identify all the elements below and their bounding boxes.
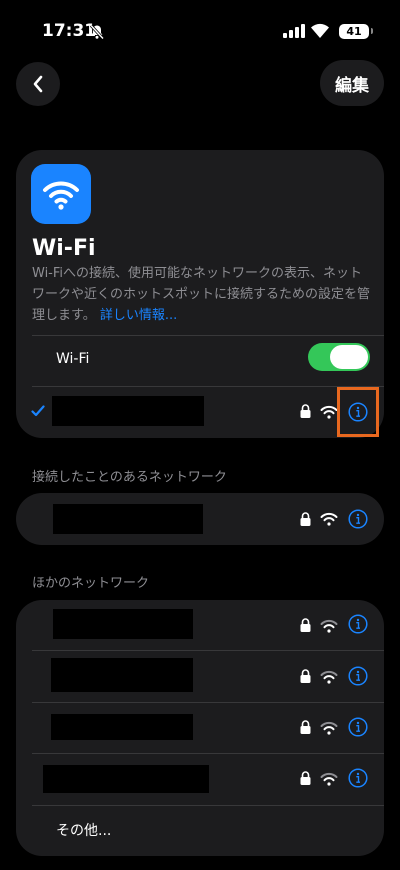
network-name-redacted (51, 658, 193, 692)
other-networks-header: ほかのネットワーク (32, 576, 150, 591)
connected-network-row[interactable] (16, 386, 384, 438)
network-name-redacted (43, 765, 209, 793)
known-networks-card (16, 493, 384, 545)
wifi-card: Wi-Fi Wi-Fiへの接続、使用可能なネットワークの表示、ネットワークや近く… (16, 150, 384, 438)
other-network-row[interactable] (16, 753, 384, 805)
info-icon[interactable] (348, 717, 368, 737)
info-icon[interactable] (348, 509, 368, 529)
other-network-row[interactable] (16, 600, 384, 652)
page-title: Wi-Fi (32, 236, 96, 261)
status-bar: 17:31 41 (0, 0, 400, 60)
wifi-description: Wi-Fiへの接続、使用可能なネットワークの表示、ネットワークや近くのホットスポ… (32, 263, 372, 326)
wifi-toggle-label: Wi-Fi (56, 351, 90, 367)
lock-icon (300, 512, 311, 526)
other-networks-card: その他... (16, 600, 384, 856)
chevron-left-icon (33, 75, 43, 93)
wifi-toggle-row: Wi-Fi (16, 335, 384, 387)
bell-slash-icon (89, 24, 105, 40)
divider (32, 805, 384, 806)
lock-icon (300, 720, 311, 734)
learn-more-link[interactable]: 詳しい情報... (100, 308, 177, 323)
battery-level: 41 (346, 25, 362, 38)
signal-icon (283, 24, 305, 38)
other-network-row[interactable] (16, 702, 384, 754)
edit-button[interactable]: 編集 (320, 60, 384, 106)
wifi-signal-icon (320, 721, 338, 735)
network-name-redacted (52, 396, 204, 426)
wifi-icon (311, 23, 329, 38)
network-name-redacted (53, 504, 203, 534)
info-icon[interactable] (348, 666, 368, 686)
other-network-row[interactable] (16, 650, 384, 702)
lock-icon (300, 771, 311, 785)
info-icon[interactable] (348, 768, 368, 788)
wifi-signal-icon (320, 772, 338, 786)
wifi-signal-icon (320, 405, 338, 419)
known-network-row[interactable] (16, 493, 384, 545)
checkmark-icon (31, 405, 45, 417)
back-button[interactable] (16, 62, 60, 106)
lock-icon (300, 669, 311, 683)
info-icon[interactable] (348, 614, 368, 634)
wifi-signal-icon (320, 619, 338, 633)
other-network-option[interactable]: その他... (56, 820, 111, 840)
description-text: Wi-Fiへの接続、使用可能なネットワークの表示、ネットワークや近くのホットスポ… (32, 266, 371, 323)
lock-icon (300, 404, 311, 418)
network-name-redacted (53, 609, 193, 639)
network-name-redacted (51, 714, 193, 740)
battery-icon: 41 (339, 24, 373, 39)
wifi-signal-icon (320, 512, 338, 526)
wifi-app-icon (31, 164, 91, 224)
wifi-icon (43, 181, 79, 210)
wifi-toggle[interactable] (308, 343, 370, 371)
lock-icon (300, 618, 311, 632)
highlight-box (337, 387, 379, 437)
status-time: 17:31 (42, 21, 97, 41)
wifi-signal-icon (320, 670, 338, 684)
known-networks-header: 接続したことのあるネットワーク (32, 470, 227, 485)
